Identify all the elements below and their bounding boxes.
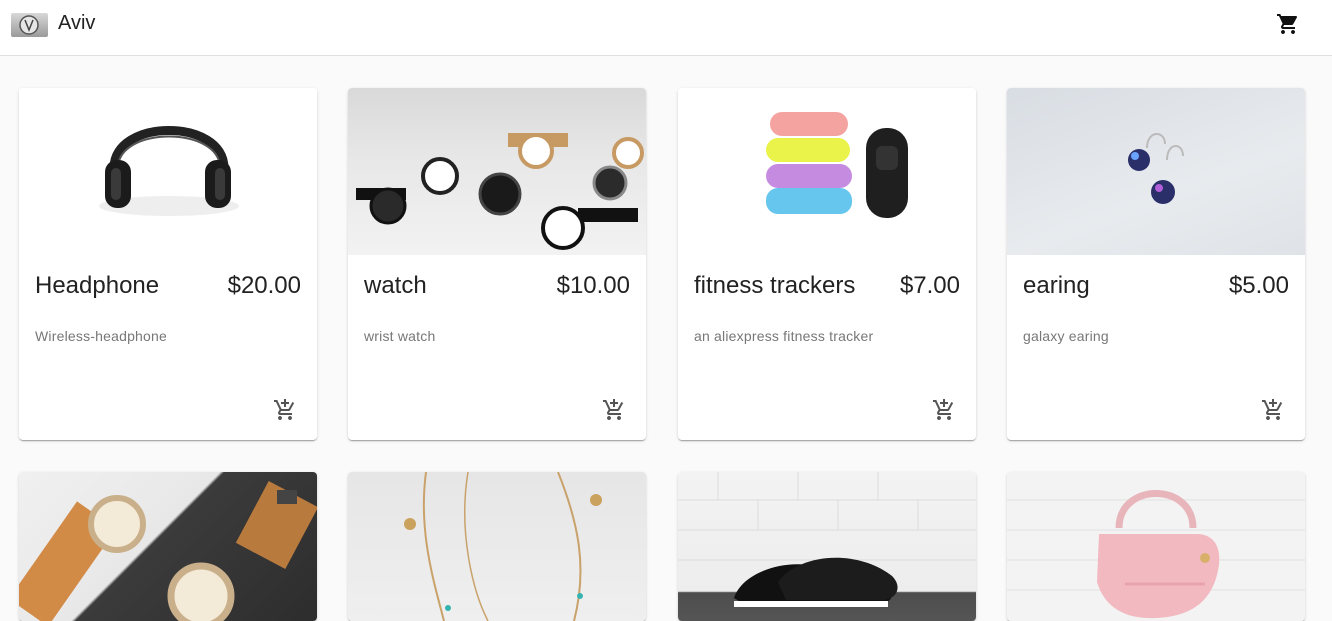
product-title: Headphone <box>35 272 160 299</box>
app-bar: Aviv <box>0 0 1332 56</box>
product-card-fitness-trackers: fitness trackers $7.00 an aliexpress fit… <box>678 88 976 440</box>
add-to-cart-button[interactable] <box>928 394 960 426</box>
product-image-fitness-trackers[interactable] <box>678 88 976 255</box>
add-shopping-cart-icon <box>933 399 954 420</box>
product-image-headphone[interactable] <box>19 88 317 255</box>
product-image-earing[interactable] <box>1007 88 1305 255</box>
product-card <box>19 472 317 621</box>
product-description: an aliexpress fitness tracker <box>694 328 874 344</box>
add-shopping-cart-icon <box>274 399 295 420</box>
product-title: watch <box>364 272 427 299</box>
cart-button[interactable] <box>1272 8 1304 40</box>
product-image[interactable] <box>678 472 976 621</box>
product-card <box>348 472 646 621</box>
product-title: earing <box>1023 272 1090 299</box>
product-card <box>1007 472 1305 621</box>
product-description: Wireless-headphone <box>35 328 168 344</box>
product-price: $20.00 <box>227 272 301 299</box>
logo-icon[interactable] <box>11 13 48 37</box>
product-card-headphone: Headphone $20.00 Wireless-headphone <box>19 88 317 440</box>
product-card <box>678 472 976 621</box>
product-description: galaxy earing <box>1023 328 1109 344</box>
product-image-watch[interactable] <box>348 88 646 255</box>
add-shopping-cart-icon <box>1262 399 1283 420</box>
shopping-cart-icon <box>1277 14 1298 34</box>
product-image[interactable] <box>348 472 646 621</box>
product-card-watch: watch $10.00 wrist watch <box>348 88 646 440</box>
product-card-earing: earing $5.00 galaxy earing <box>1007 88 1305 440</box>
product-image[interactable] <box>1007 472 1305 621</box>
product-price: $7.00 <box>899 272 960 299</box>
product-title: fitness trackers <box>694 272 856 299</box>
product-price: $10.00 <box>556 272 630 299</box>
add-to-cart-button[interactable] <box>269 394 301 426</box>
app-title[interactable]: Aviv <box>58 12 95 35</box>
product-description: wrist watch <box>364 328 436 344</box>
product-image[interactable] <box>19 472 317 621</box>
add-to-cart-button[interactable] <box>598 394 630 426</box>
add-to-cart-button[interactable] <box>1257 394 1289 426</box>
product-price: $5.00 <box>1228 272 1289 299</box>
add-shopping-cart-icon <box>603 399 624 420</box>
